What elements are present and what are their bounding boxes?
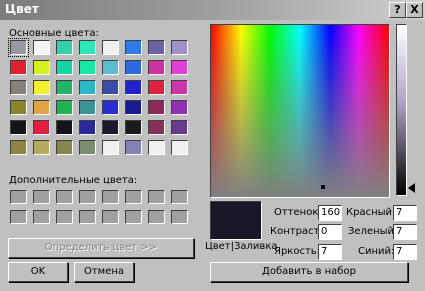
red-field[interactable]: 7 (393, 205, 417, 221)
saturation-gradient (211, 25, 389, 197)
luminance-field[interactable]: 7 (318, 244, 342, 260)
color-swatch[interactable] (79, 190, 96, 204)
hue-label: Оттенок: (274, 207, 322, 218)
color-swatch[interactable] (102, 140, 119, 155)
crosshair-icon (321, 185, 325, 189)
luminance-arrow-icon[interactable] (408, 183, 415, 193)
color-swatch[interactable] (148, 100, 165, 115)
dialog-title: Цвет (5, 2, 39, 16)
color-preview (210, 201, 262, 240)
color-swatch[interactable] (148, 40, 165, 55)
color-swatch[interactable] (171, 140, 188, 155)
color-swatch[interactable] (33, 120, 50, 135)
color-swatch[interactable] (33, 190, 50, 204)
define-custom-colors-button[interactable]: Определить цвет >> (8, 238, 194, 258)
color-swatch[interactable] (33, 40, 50, 55)
close-button[interactable]: X (406, 2, 423, 18)
saturation-field[interactable]: 0 (318, 224, 342, 240)
color-swatch[interactable] (171, 210, 188, 224)
blue-label: Синий: (358, 246, 395, 257)
color-swatch[interactable] (125, 120, 142, 135)
blue-field[interactable]: 7 (393, 244, 417, 260)
color-swatch[interactable] (33, 210, 50, 224)
color-swatch[interactable] (148, 190, 165, 204)
cancel-button[interactable]: Отмена (74, 262, 134, 282)
color-swatch[interactable] (10, 140, 27, 155)
color-swatch[interactable] (148, 60, 165, 75)
color-spectrum[interactable] (210, 24, 390, 198)
color-solid-label: Цвет|Заливка (205, 241, 278, 252)
color-swatch[interactable] (56, 190, 73, 204)
custom-colors-grid (10, 190, 188, 224)
hue-field[interactable]: 160 (318, 205, 342, 221)
color-swatch[interactable] (33, 80, 50, 95)
color-swatch[interactable] (56, 40, 73, 55)
red-label: Красный: (346, 207, 396, 218)
color-swatch[interactable] (102, 190, 119, 204)
color-swatch[interactable] (79, 100, 96, 115)
color-swatch[interactable] (125, 40, 142, 55)
color-swatch[interactable] (102, 210, 119, 224)
add-to-custom-colors-button[interactable]: Добавить в набор (210, 262, 408, 282)
color-swatch[interactable] (148, 140, 165, 155)
custom-colors-label: Дополнительные цвета: (9, 175, 138, 186)
color-swatch[interactable] (79, 140, 96, 155)
color-swatch[interactable] (125, 100, 142, 115)
color-swatch[interactable] (125, 210, 142, 224)
color-swatch[interactable] (171, 190, 188, 204)
color-swatch[interactable] (56, 60, 73, 75)
color-swatch[interactable] (79, 60, 96, 75)
color-swatch[interactable] (10, 80, 27, 95)
color-swatch[interactable] (56, 120, 73, 135)
title-bar[interactable]: Цвет ? X (0, 0, 425, 20)
color-swatch[interactable] (56, 80, 73, 95)
color-swatch[interactable] (125, 60, 142, 75)
color-swatch[interactable] (171, 100, 188, 115)
color-swatch[interactable] (125, 80, 142, 95)
color-swatch[interactable] (10, 100, 27, 115)
color-swatch[interactable] (102, 60, 119, 75)
green-label: Зеленый: (348, 226, 398, 237)
color-swatch[interactable] (10, 60, 27, 75)
color-swatch[interactable] (79, 210, 96, 224)
color-swatch[interactable] (10, 120, 27, 135)
color-swatch[interactable] (8, 38, 29, 57)
color-swatch[interactable] (125, 190, 142, 204)
color-swatch[interactable] (79, 120, 96, 135)
color-swatch[interactable] (56, 210, 73, 224)
color-swatch[interactable] (148, 210, 165, 224)
color-swatch[interactable] (171, 80, 188, 95)
color-swatch[interactable] (171, 60, 188, 75)
color-swatch[interactable] (79, 80, 96, 95)
color-swatch[interactable] (33, 140, 50, 155)
color-swatch[interactable] (33, 60, 50, 75)
green-field[interactable]: 7 (393, 224, 417, 240)
color-swatch[interactable] (102, 120, 119, 135)
luminance-label: Яркость: (274, 246, 321, 257)
saturation-label: Контраст: (270, 226, 323, 237)
color-swatch[interactable] (125, 140, 142, 155)
color-swatch[interactable] (56, 140, 73, 155)
help-button[interactable]: ? (389, 2, 406, 18)
color-swatch[interactable] (102, 40, 119, 55)
color-swatch[interactable] (148, 80, 165, 95)
basic-colors-label: Основные цвета: (9, 28, 99, 39)
color-swatch[interactable] (10, 210, 27, 224)
color-swatch[interactable] (56, 100, 73, 115)
color-swatch[interactable] (102, 100, 119, 115)
color-dialog: Цвет ? X Основные цвета: Дополнительные … (0, 0, 425, 291)
ok-button[interactable]: OK (8, 262, 68, 282)
color-swatch[interactable] (10, 190, 27, 204)
luminance-slider[interactable] (396, 24, 407, 196)
color-swatch[interactable] (171, 40, 188, 55)
basic-colors-grid (8, 38, 188, 155)
color-swatch[interactable] (33, 100, 50, 115)
color-swatch[interactable] (148, 120, 165, 135)
color-swatch[interactable] (171, 120, 188, 135)
color-swatch[interactable] (102, 80, 119, 95)
color-swatch[interactable] (79, 40, 96, 55)
